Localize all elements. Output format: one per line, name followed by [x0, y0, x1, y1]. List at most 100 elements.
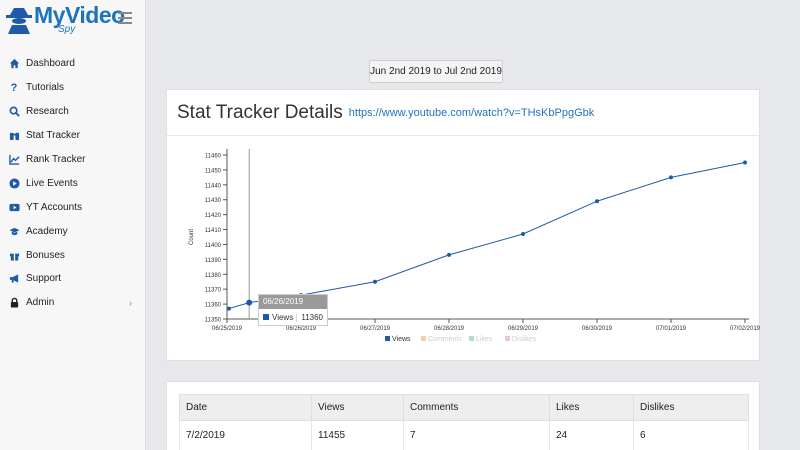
line-chart-icon: [8, 154, 20, 166]
logo-subtext: Spy: [58, 24, 76, 35]
chevron-right-icon: ›: [129, 297, 132, 308]
search-icon: [8, 106, 20, 118]
data-point: [373, 279, 377, 284]
stats-chart: 11350 11360 11370 11380 11390 11400 11410 11420…: [167, 137, 761, 362]
sidebar-item-bonuses[interactable]: Bonuses: [0, 243, 146, 267]
y-tick-label: 11360: [205, 303, 222, 309]
cell-comments: 7: [403, 420, 550, 450]
cell-dislikes: 6: [633, 420, 749, 450]
question-icon: ?: [10, 81, 18, 94]
column-header-comments[interactable]: Comments: [403, 394, 550, 421]
data-point: [447, 252, 451, 257]
binoculars-icon: [8, 130, 20, 142]
sidebar-item-label: Rank Tracker: [26, 154, 86, 165]
sidebar-item-academy[interactable]: Academy: [0, 219, 146, 243]
sidebar-item-label: Stat Tracker: [26, 130, 80, 142]
sidebar-item-label: Bonuses: [26, 249, 65, 261]
data-point: [521, 232, 525, 237]
graduation-cap-icon: [8, 225, 20, 237]
column-header-likes[interactable]: Likes: [549, 394, 634, 421]
chart-svg: 11350 11360 11370 11380 11390 11400 11410 11420…: [189, 149, 761, 343]
cell-likes: 24: [549, 420, 634, 450]
video-url-link[interactable]: https://www.youtube.com/watch?v=THsKbPpg…: [349, 107, 594, 119]
y-tick-label: 11400: [205, 243, 222, 249]
column-header-date[interactable]: Date: [179, 394, 312, 421]
stat-tracker-card: Stat Tracker Details https://www.youtube…: [166, 89, 761, 362]
x-tick-label: 06/25/2019: [212, 326, 243, 332]
hamburger-menu-icon[interactable]: [118, 12, 132, 24]
sidebar-item-label: Admin: [26, 297, 55, 309]
y-tick-label: 11370: [205, 288, 222, 294]
column-header-dislikes[interactable]: Dislikes: [633, 394, 749, 421]
legend-swatch: [421, 336, 426, 341]
x-tick-label: 06/28/2019: [434, 326, 465, 332]
tooltip-value: 11360: [296, 312, 327, 322]
stats-table: Date Views Comments Likes Dislikes 7/2/2…: [179, 394, 749, 450]
sidebar-item-tutorials[interactable]: ? Tutorials: [0, 76, 146, 100]
logo-text: MyVideo: [34, 2, 125, 28]
data-point: [669, 175, 673, 180]
y-tick-label: 11460: [205, 154, 222, 160]
sidebar-item-label: Support: [26, 273, 62, 285]
x-tick-label: 06/27/2019: [360, 326, 391, 332]
data-point: [227, 306, 231, 311]
legend-swatch: [505, 336, 510, 341]
tooltip-date: 06/26/2019: [259, 295, 327, 309]
date-range-button[interactable]: Jun 2nd 2019 to Jul 2nd 2019: [369, 60, 503, 83]
sidebar-item-yt-accounts[interactable]: YT Accounts: [0, 195, 146, 219]
legend-swatch: [385, 336, 390, 341]
page-title: Stat Tracker Details: [177, 101, 343, 123]
sidebar-item-label: Live Events: [26, 177, 78, 189]
data-point: [246, 299, 253, 306]
sidebar-item-dashboard[interactable]: Dashboard: [0, 52, 146, 76]
sidebar-item-admin[interactable]: Admin ›: [0, 291, 146, 315]
table-header-row: Date Views Comments Likes Dislikes: [179, 394, 749, 421]
cell-views: 11455: [311, 420, 404, 450]
youtube-icon: [8, 201, 20, 213]
gift-icon: [8, 249, 20, 261]
spy-icon: [6, 8, 32, 34]
sidebar-item-label: Research: [26, 106, 69, 118]
stats-table-card: Date Views Comments Likes Dislikes 7/2/2…: [166, 381, 760, 450]
sidebar-item-label: Tutorials: [26, 82, 64, 94]
series-line-views: [228, 161, 746, 310]
legend-swatch: [469, 336, 474, 341]
y-tick-label: 11410: [205, 228, 222, 234]
sidebar-item-rank-tracker[interactable]: Rank Tracker: [0, 148, 146, 172]
legend-label: Likes: [476, 336, 493, 343]
sidebar-item-stat-tracker[interactable]: Stat Tracker: [0, 124, 146, 148]
y-tick-label: 11450: [205, 168, 222, 174]
column-header-views[interactable]: Views: [311, 394, 404, 421]
chart-tooltip: 06/26/2019 Views 11360: [258, 294, 328, 326]
data-point: [743, 160, 747, 165]
x-tick-label: 06/30/2019: [582, 326, 613, 332]
sidebar-item-support[interactable]: Support: [0, 267, 146, 291]
y-tick-label: 11440: [205, 183, 222, 189]
tooltip-row: Views 11360: [259, 309, 327, 325]
sidebar-item-research[interactable]: Research: [0, 100, 146, 124]
sidebar-item-label: YT Accounts: [26, 201, 82, 213]
legend-label: Views: [392, 336, 411, 343]
y-tick-label: 11390: [205, 258, 222, 264]
lock-icon: [8, 297, 20, 309]
y-tick-label: 11420: [205, 213, 222, 219]
legend-label: Dislikes: [512, 336, 537, 343]
sidebar-item-live-events[interactable]: Live Events: [0, 171, 146, 195]
tooltip-swatch: [263, 314, 269, 320]
megaphone-icon: [8, 273, 20, 285]
x-tick-label: 06/29/2019: [508, 326, 539, 332]
tooltip-series: Views: [272, 312, 294, 322]
y-tick-label: 11430: [205, 198, 222, 204]
data-point: [595, 199, 599, 204]
sidebar: MyVideo Spy Dashboard ? Tutorials Resear…: [0, 0, 146, 450]
cell-date: 7/2/2019: [179, 420, 312, 450]
x-tick-label: 07/02/2019: [730, 326, 761, 332]
x-tick-label: 07/01/2019: [656, 326, 687, 332]
x-tick-label: 06/26/2019: [286, 326, 317, 332]
card-header: Stat Tracker Details https://www.youtube…: [167, 90, 759, 136]
play-circle-icon: [8, 177, 20, 189]
table-row: 7/2/2019 11455 7 24 6: [179, 420, 749, 450]
home-icon: [8, 58, 20, 70]
legend-label: Comments: [428, 336, 462, 343]
sidebar-nav: Dashboard ? Tutorials Research Stat Trac…: [0, 52, 146, 315]
